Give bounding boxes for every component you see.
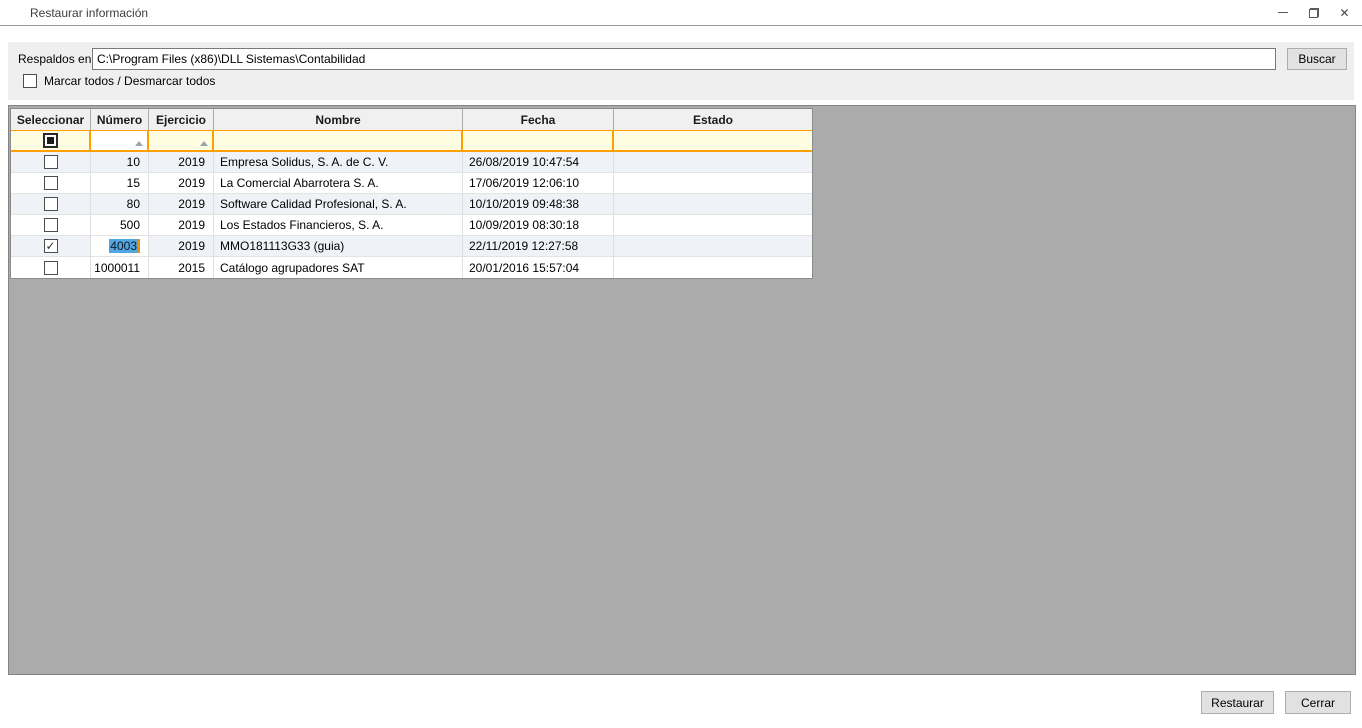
filter-cell-nombre[interactable] (214, 131, 463, 150)
cell-seleccionar (11, 152, 91, 172)
restore-button[interactable] (1298, 0, 1329, 25)
triangle-up-icon (135, 141, 143, 146)
filter-cell-ejercicio[interactable] (149, 131, 214, 150)
cell-estado[interactable] (614, 236, 812, 256)
cell-fecha[interactable]: 10/10/2019 09:48:38 (463, 194, 614, 214)
row-checkbox[interactable] (44, 218, 58, 232)
search-button[interactable]: Buscar (1287, 48, 1347, 70)
restore-window-icon (1309, 8, 1319, 18)
cell-nombre[interactable]: Empresa Solidus, S. A. de C. V. (214, 152, 463, 172)
window-title: Restaurar información (30, 6, 148, 20)
cell-nombre[interactable]: La Comercial Abarrotera S. A. (214, 173, 463, 193)
row-checkbox[interactable] (44, 176, 58, 190)
cell-fecha[interactable]: 10/09/2019 08:30:18 (463, 215, 614, 235)
cell-nombre[interactable]: Catálogo agrupadores SAT (214, 257, 463, 278)
cell-estado[interactable] (614, 257, 812, 278)
cell-numero[interactable]: 1000011 (91, 257, 149, 278)
cell-numero[interactable]: 10 (91, 152, 149, 172)
path-label: Respaldos en (18, 52, 91, 66)
backups-grid: Seleccionar Número Ejercicio Nombre Fech… (10, 108, 813, 279)
header-fecha[interactable]: Fecha (463, 109, 614, 130)
cell-nombre[interactable]: Los Estados Financieros, S. A. (214, 215, 463, 235)
filter-cell-seleccionar[interactable] (11, 131, 91, 150)
header-estado[interactable]: Estado (614, 109, 812, 130)
table-row[interactable]: 500 2019 Los Estados Financieros, S. A. … (11, 215, 812, 236)
cell-seleccionar (11, 194, 91, 214)
cell-seleccionar (11, 173, 91, 193)
table-row[interactable]: 1000011 2015 Catálogo agrupadores SAT 20… (11, 257, 812, 278)
title-bar: Restaurar información ✕ (0, 0, 1362, 26)
grid-filter-row (11, 130, 812, 152)
cell-fecha[interactable]: 26/08/2019 10:47:54 (463, 152, 614, 172)
cell-ejercicio[interactable]: 2019 (149, 152, 214, 172)
cell-seleccionar (11, 236, 91, 256)
header-seleccionar[interactable]: Seleccionar (11, 109, 91, 130)
cell-numero[interactable]: 500 (91, 215, 149, 235)
cell-numero[interactable]: 15 (91, 173, 149, 193)
close-button[interactable]: ✕ (1329, 0, 1360, 25)
cell-ejercicio[interactable]: 2019 (149, 194, 214, 214)
mark-all-row: Marcar todos / Desmarcar todos (23, 74, 215, 88)
filter-cell-numero[interactable] (91, 131, 149, 150)
table-row[interactable]: 80 2019 Software Calidad Profesional, S.… (11, 194, 812, 215)
cell-estado[interactable] (614, 173, 812, 193)
cell-numero-editing[interactable]: 4003 (91, 236, 149, 256)
cell-nombre[interactable]: MMO181113G33 (guia) (214, 236, 463, 256)
row-checkbox[interactable] (44, 261, 58, 275)
select-all-checkbox[interactable] (43, 133, 58, 148)
close-icon: ✕ (1339, 7, 1349, 19)
grid-header-row: Seleccionar Número Ejercicio Nombre Fech… (11, 109, 812, 130)
header-numero[interactable]: Número (91, 109, 149, 130)
cell-fecha[interactable]: 17/06/2019 12:06:10 (463, 173, 614, 193)
header-ejercicio[interactable]: Ejercicio (149, 109, 214, 130)
mark-all-label: Marcar todos / Desmarcar todos (44, 74, 215, 88)
cell-estado[interactable] (614, 215, 812, 235)
cell-ejercicio[interactable]: 2019 (149, 215, 214, 235)
triangle-up-icon (200, 141, 208, 146)
close-dialog-button[interactable]: Cerrar (1285, 691, 1351, 714)
minimize-button[interactable] (1267, 0, 1298, 25)
cell-nombre[interactable]: Software Calidad Profesional, S. A. (214, 194, 463, 214)
backup-path-input[interactable] (92, 48, 1276, 70)
cell-ejercicio[interactable]: 2019 (149, 173, 214, 193)
row-checkbox[interactable] (44, 197, 58, 211)
text-caret (138, 239, 140, 253)
row-checkbox[interactable] (44, 155, 58, 169)
cell-fecha[interactable]: 22/11/2019 12:27:58 (463, 236, 614, 256)
window-controls: ✕ (1267, 0, 1360, 25)
cell-fecha[interactable]: 20/01/2016 15:57:04 (463, 257, 614, 278)
cell-ejercicio[interactable]: 2019 (149, 236, 214, 256)
filter-cell-estado[interactable] (614, 131, 812, 150)
restore-backup-button[interactable]: Restaurar (1201, 691, 1274, 714)
cell-estado[interactable] (614, 194, 812, 214)
mark-all-checkbox[interactable] (23, 74, 37, 88)
table-row-selected[interactable]: 4003 2019 MMO181113G33 (guia) 22/11/2019… (11, 236, 812, 257)
cell-estado[interactable] (614, 152, 812, 172)
cell-seleccionar (11, 257, 91, 278)
table-row[interactable]: 15 2019 La Comercial Abarrotera S. A. 17… (11, 173, 812, 194)
search-panel: Respaldos en Buscar Marcar todos / Desma… (8, 42, 1354, 100)
table-row[interactable]: 10 2019 Empresa Solidus, S. A. de C. V. … (11, 152, 812, 173)
cell-seleccionar (11, 215, 91, 235)
cell-ejercicio[interactable]: 2015 (149, 257, 214, 278)
selected-cell-text: 4003 (109, 239, 138, 253)
cell-numero[interactable]: 80 (91, 194, 149, 214)
filter-cell-fecha[interactable] (463, 131, 614, 150)
row-checkbox[interactable] (44, 239, 58, 253)
minimize-icon (1278, 12, 1288, 13)
header-nombre[interactable]: Nombre (214, 109, 463, 130)
